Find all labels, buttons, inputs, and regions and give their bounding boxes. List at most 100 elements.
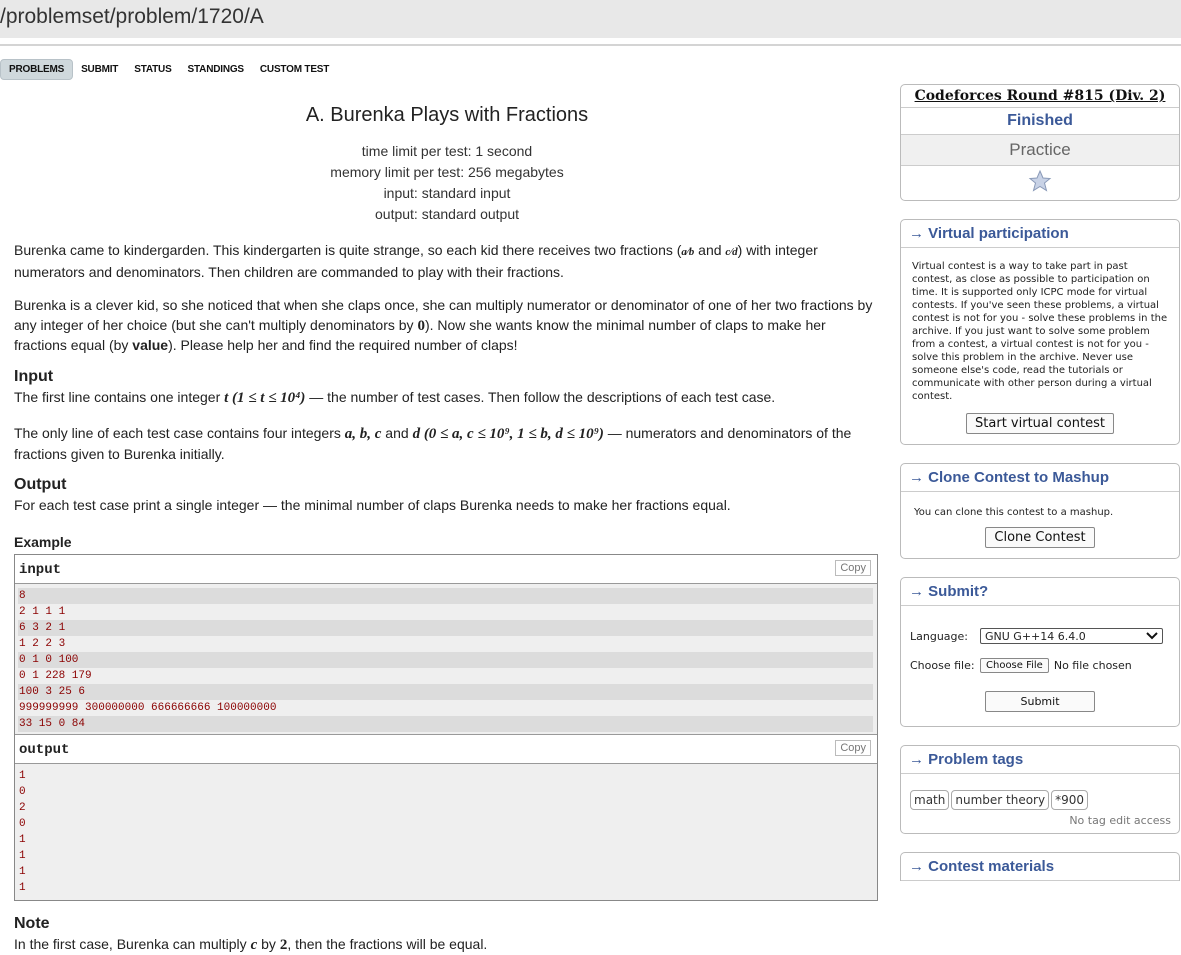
input-title: Input bbox=[14, 368, 880, 386]
sample-output-header: output Copy bbox=[15, 734, 877, 764]
clone-contest-button[interactable]: Clone Contest bbox=[985, 527, 1094, 548]
note-title: Note bbox=[14, 915, 880, 933]
math-zero: 0 bbox=[417, 318, 425, 334]
favorite-row bbox=[901, 166, 1179, 200]
star-icon[interactable] bbox=[1028, 169, 1052, 198]
memory-limit: memory limit per test: 256 megabytes bbox=[14, 162, 880, 183]
practice-label: Practice bbox=[901, 135, 1179, 166]
sample-input-line: 8 bbox=[18, 588, 873, 604]
text: ). Please help her and find the required… bbox=[168, 337, 517, 353]
language-value: GNU G++14 6.4.0 bbox=[985, 630, 1086, 643]
text: Burenka came to kindergarden. This kinde… bbox=[14, 242, 681, 258]
fraction-a-b: a⁄b bbox=[681, 246, 694, 258]
output-title: Output bbox=[14, 476, 880, 494]
problem-tags-title: → Problem tags bbox=[901, 746, 1179, 774]
submit-title: → Submit? bbox=[901, 578, 1179, 606]
sample-output-line: 1 bbox=[18, 768, 873, 784]
no-file-chosen: No file chosen bbox=[1054, 659, 1132, 672]
clone-contest-box: → Clone Contest to Mashup You can clone … bbox=[900, 463, 1180, 559]
copy-input-button[interactable]: Copy bbox=[835, 560, 871, 576]
output-paragraph: For each test case print a single intege… bbox=[14, 496, 880, 516]
sample-input-line: 1 2 2 3 bbox=[18, 636, 873, 652]
sample-output-line: 0 bbox=[18, 816, 873, 832]
contest-box: Codeforces Round #815 (Div. 2) Finished … bbox=[900, 84, 1180, 201]
sample-output-line: 1 bbox=[18, 880, 873, 896]
statement-paragraph-2: Burenka is a clever kid, so she noticed … bbox=[14, 296, 880, 356]
chevron-down-icon bbox=[1146, 630, 1158, 643]
problem-statement: A. Burenka Plays with Fractions time lim… bbox=[14, 100, 880, 955]
bold-value: value bbox=[132, 337, 168, 353]
contest-status: Finished bbox=[901, 108, 1179, 135]
submit-button[interactable]: Submit bbox=[985, 691, 1094, 712]
input-spec: input: standard input bbox=[14, 183, 880, 204]
sample-input-line: 0 1 0 100 bbox=[18, 652, 873, 668]
sample-input-label: input bbox=[19, 562, 61, 578]
problem-title: A. Burenka Plays with Fractions bbox=[14, 104, 880, 127]
sample-input-line: 100 3 25 6 bbox=[18, 684, 873, 700]
text: and bbox=[381, 425, 412, 441]
sample-input-line: 33 15 0 84 bbox=[18, 716, 873, 732]
text: — the number of test cases. Then follow … bbox=[305, 389, 775, 405]
clone-contest-title: → Clone Contest to Mashup bbox=[901, 464, 1179, 492]
sample-input-line: 0 1 228 179 bbox=[18, 668, 873, 684]
text: In the first case, Burenka can multiply bbox=[14, 936, 251, 952]
address-bar[interactable]: /problemset/problem/1720/A bbox=[0, 0, 1181, 38]
sidebar: Codeforces Round #815 (Div. 2) Finished … bbox=[900, 84, 1180, 899]
tab-status[interactable]: STATUS bbox=[126, 60, 179, 79]
input-paragraph-1: The first line contains one integer t (1… bbox=[14, 388, 880, 409]
text: and bbox=[694, 242, 725, 258]
clone-contest-text: You can clone this contest to a mashup. bbox=[901, 492, 1179, 525]
sample-input-header: input Copy bbox=[15, 555, 877, 584]
note-paragraph: In the first case, Burenka can multiply … bbox=[14, 935, 880, 955]
virtual-participation-title: → Virtual participation bbox=[901, 220, 1179, 248]
virtual-participation-text: Virtual contest is a way to take part in… bbox=[901, 248, 1179, 409]
text: The only line of each test case contains… bbox=[14, 425, 345, 441]
example-title: Example bbox=[14, 534, 880, 550]
contest-name-link[interactable]: Codeforces Round #815 (Div. 2) bbox=[901, 85, 1179, 108]
sample-output-line: 1 bbox=[18, 832, 873, 848]
choose-file-button[interactable]: Choose File bbox=[980, 658, 1049, 673]
no-tag-edit-access: No tag edit access bbox=[901, 810, 1179, 833]
math-abc: a, b, c bbox=[345, 426, 382, 442]
input-paragraph-2: The only line of each test case contains… bbox=[14, 424, 880, 464]
start-virtual-contest-button[interactable]: Start virtual contest bbox=[966, 413, 1114, 434]
problem-tags-box: → Problem tags mathnumber theory*900 No … bbox=[900, 745, 1180, 834]
virtual-participation-box: → Virtual participation Virtual contest … bbox=[900, 219, 1180, 445]
tag-number-theory[interactable]: number theory bbox=[951, 790, 1049, 810]
sample-input-line: 6 3 2 1 bbox=[18, 620, 873, 636]
copy-output-button[interactable]: Copy bbox=[835, 740, 871, 756]
tab-submit[interactable]: SUBMIT bbox=[73, 60, 126, 79]
sample-input-line: 2 1 1 1 bbox=[18, 604, 873, 620]
sample-output-line: 1 bbox=[18, 864, 873, 880]
sample-output-line: 2 bbox=[18, 800, 873, 816]
output-spec: output: standard output bbox=[14, 204, 880, 225]
time-limit: time limit per test: 1 second bbox=[14, 141, 880, 162]
sample-input-line: 999999999 300000000 666666666 100000000 bbox=[18, 700, 873, 716]
sample-output-label: output bbox=[19, 742, 69, 758]
text: The first line contains one integer bbox=[14, 389, 224, 405]
fraction-c-d: c⁄d bbox=[725, 246, 737, 258]
text: , then the fractions will be equal. bbox=[287, 936, 487, 952]
submit-box: → Submit? Language: GNU G++14 6.4.0 Choo… bbox=[900, 577, 1180, 727]
sample-output-body[interactable]: 10201111 bbox=[15, 764, 877, 900]
tab-standings[interactable]: STANDINGS bbox=[180, 60, 252, 79]
language-label: Language: bbox=[910, 630, 980, 643]
statement-paragraph-1: Burenka came to kindergarden. This kinde… bbox=[14, 241, 880, 282]
divider bbox=[0, 44, 1181, 46]
tag-difficulty[interactable]: *900 bbox=[1051, 790, 1088, 810]
math-d-range: d (0 ≤ a, c ≤ 10⁹, 1 ≤ b, d ≤ 10⁹) bbox=[413, 426, 604, 442]
contest-materials-title: → Contest materials bbox=[901, 853, 1179, 881]
tag-math[interactable]: math bbox=[910, 790, 949, 810]
math-t-range: t (1 ≤ t ≤ 10⁴) bbox=[224, 390, 305, 406]
contest-materials-box: → Contest materials bbox=[900, 852, 1180, 881]
url-text: /problemset/problem/1720/A bbox=[0, 5, 264, 28]
language-select[interactable]: GNU G++14 6.4.0 bbox=[980, 628, 1163, 644]
tab-problems[interactable]: PROBLEMS bbox=[0, 59, 73, 80]
sample-input-body[interactable]: 82 1 1 16 3 2 11 2 2 30 1 0 1000 1 228 1… bbox=[15, 584, 877, 734]
sample-tests: input Copy 82 1 1 16 3 2 11 2 2 30 1 0 1… bbox=[14, 554, 878, 901]
sample-output-line: 1 bbox=[18, 848, 873, 864]
choose-file-label: Choose file: bbox=[910, 659, 980, 672]
sample-output-line: 0 bbox=[18, 784, 873, 800]
text: by bbox=[257, 936, 280, 952]
tab-custom-test[interactable]: CUSTOM TEST bbox=[252, 60, 337, 79]
